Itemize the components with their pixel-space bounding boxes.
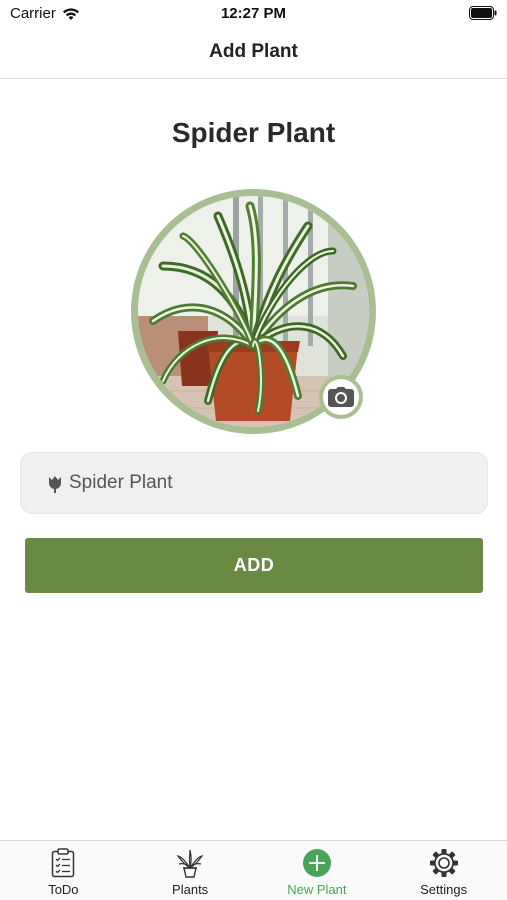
status-bar: Carrier 12:27 PM: [0, 0, 507, 28]
add-button-label: ADD: [233, 555, 275, 575]
navigation-bar: Add Plant: [0, 28, 507, 79]
battery-icon: [469, 6, 497, 20]
tab-settings[interactable]: Settings: [380, 841, 507, 900]
plant-name-field[interactable]: [20, 452, 488, 514]
tab-todo[interactable]: ToDo: [0, 841, 127, 900]
tab-plants[interactable]: Plants: [127, 841, 254, 900]
camera-button-inner: [323, 379, 359, 415]
tab-label-plants: Plants: [172, 882, 209, 897]
plant-name-input[interactable]: [69, 453, 469, 513]
tab-label-todo: ToDo: [48, 882, 79, 897]
camera-button[interactable]: [319, 375, 363, 419]
tab-label-settings: Settings: [420, 882, 468, 897]
add-button[interactable]: ADD: [25, 538, 483, 593]
plant-name-heading: Spider Plant: [171, 117, 336, 148]
gear-icon: [429, 849, 458, 877]
plant-photo-picker[interactable]: [131, 189, 376, 434]
status-time: 12:27 PM: [220, 5, 287, 22]
tab-label-new-plant: New Plant: [287, 882, 347, 897]
camera-icon: [328, 387, 354, 407]
tab-bar: ToDo Plants New Plant Settings: [0, 840, 507, 900]
add-plant-screen: Carrier 12:27 PM Add Plant Spider Plant: [0, 0, 507, 900]
nav-title: Add Plant: [209, 41, 298, 62]
tab-new-plant[interactable]: New Plant: [254, 841, 381, 900]
tulip-icon: [49, 476, 61, 493]
add-circle-icon: [302, 849, 331, 877]
potted-plant-icon: [176, 849, 204, 878]
clipboard-checklist-icon: [52, 848, 75, 878]
